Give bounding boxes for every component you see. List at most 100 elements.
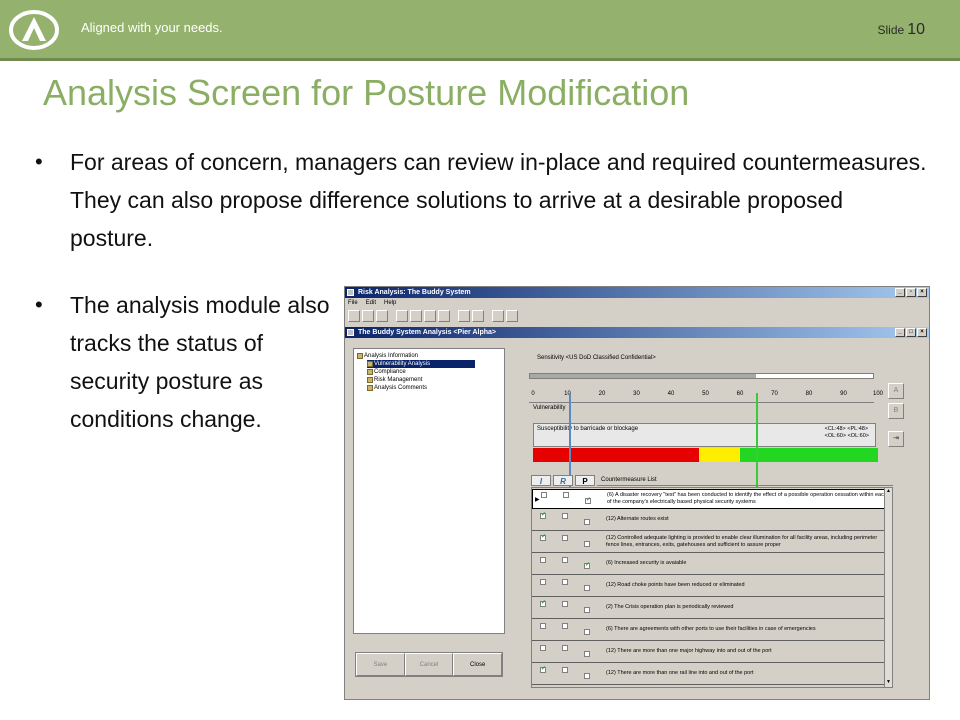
exit-icon[interactable] bbox=[506, 310, 518, 322]
countermeasure-row[interactable]: (12) There are more than one rail line i… bbox=[532, 665, 892, 685]
tree-item[interactable]: Risk Management bbox=[367, 376, 422, 384]
sensitivity-slider[interactable] bbox=[529, 373, 874, 379]
analysis-window: The Buddy System Analysis <Pier Alpha> _… bbox=[345, 327, 929, 699]
checkbox-r[interactable] bbox=[562, 579, 568, 585]
window-icon bbox=[347, 329, 354, 336]
checkbox-r[interactable] bbox=[562, 645, 568, 651]
toolbar-button[interactable] bbox=[362, 310, 374, 322]
countermeasure-text: (12) Controlled adequate lighting is pro… bbox=[606, 535, 878, 548]
folder-icon bbox=[367, 361, 373, 367]
report-icon[interactable] bbox=[458, 310, 470, 322]
bullet-1-text: For areas of concern, managers can revie… bbox=[70, 149, 927, 251]
countermeasure-row[interactable]: (6) There are agreements with other port… bbox=[532, 621, 892, 641]
scroll-up-icon[interactable]: ▲ bbox=[885, 488, 892, 496]
close-icon[interactable]: × bbox=[917, 288, 927, 297]
analysis-tree: Analysis Information Vulnerability Analys… bbox=[353, 348, 505, 634]
scale-tick-label: 100 bbox=[872, 391, 884, 397]
slide-title: Analysis Screen for Posture Modification bbox=[43, 72, 690, 113]
minimize-icon[interactable]: _ bbox=[895, 328, 905, 337]
analysis-titlebar[interactable]: The Buddy System Analysis <Pier Alpha> _… bbox=[345, 327, 929, 338]
checkbox-p[interactable] bbox=[584, 519, 590, 525]
open-icon[interactable] bbox=[438, 310, 450, 322]
window-icon bbox=[347, 289, 354, 296]
countermeasure-row[interactable]: (6) Increased security is avaiable bbox=[532, 555, 892, 575]
list-scrollbar[interactable]: ▲ ▼ bbox=[884, 488, 892, 687]
countermeasure-row[interactable]: (12) Road choke points have been reduced… bbox=[532, 577, 892, 597]
maximize-icon[interactable]: □ bbox=[906, 328, 916, 337]
checkbox-r[interactable] bbox=[562, 513, 568, 519]
app-titlebar[interactable]: Risk Analysis: The Buddy System _ ▫ × bbox=[345, 287, 929, 298]
checkbox-p[interactable] bbox=[584, 629, 590, 635]
cancel-button[interactable]: Cancel bbox=[404, 653, 454, 676]
logo-icon bbox=[9, 10, 59, 50]
checkbox-r[interactable] bbox=[562, 535, 568, 541]
close-icon[interactable]: × bbox=[917, 328, 927, 337]
restore-icon[interactable]: ▫ bbox=[906, 288, 916, 297]
menu-edit[interactable]: Edit bbox=[366, 299, 376, 308]
checkbox-i[interactable] bbox=[540, 599, 546, 607]
checkbox-p[interactable] bbox=[584, 673, 590, 679]
close-button[interactable]: Close bbox=[453, 653, 503, 676]
save-icon[interactable] bbox=[410, 310, 422, 322]
checkbox-r[interactable] bbox=[562, 601, 568, 607]
bullet-2: • The analysis module also tracks the st… bbox=[35, 286, 340, 438]
checkbox-r[interactable] bbox=[562, 623, 568, 629]
checkbox-i[interactable] bbox=[540, 579, 546, 585]
toolbar-button[interactable] bbox=[348, 310, 360, 322]
tree-item[interactable]: Compliance bbox=[367, 368, 406, 376]
checkbox-p[interactable] bbox=[584, 651, 590, 657]
checkbox-p[interactable] bbox=[584, 607, 590, 613]
scroll-down-icon[interactable]: ▼ bbox=[885, 679, 892, 687]
countermeasure-row[interactable]: (12) Controlled adequate lighting is pro… bbox=[532, 533, 892, 553]
column-i[interactable]: I bbox=[531, 475, 551, 486]
new-icon[interactable] bbox=[396, 310, 408, 322]
countermeasure-title: Countermeasure List bbox=[597, 475, 893, 486]
countermeasure-text: (12) Road choke points have been reduced… bbox=[606, 582, 745, 588]
side-button-a[interactable]: A bbox=[888, 383, 904, 399]
countermeasure-text: (2) The Crisis operation plan is periodi… bbox=[606, 604, 734, 610]
levels-line-2: <OL:60> <OL:60> bbox=[824, 433, 869, 439]
vulnerability-panel: Sensitivity <US DoD Classified Confident… bbox=[521, 349, 917, 693]
checkbox-i[interactable] bbox=[540, 623, 546, 629]
side-button-b[interactable]: B bbox=[888, 403, 904, 419]
column-r[interactable]: R bbox=[553, 475, 573, 486]
undo-icon[interactable] bbox=[424, 310, 436, 322]
header-bar: Aligned with your needs. Slide 10 bbox=[0, 0, 960, 58]
scale-tick-label: 20 bbox=[598, 391, 606, 397]
menu-file[interactable]: File bbox=[348, 299, 358, 308]
countermeasure-row[interactable]: ▶ (6) A disaster recovery "test" has been… bbox=[532, 489, 892, 509]
print-icon[interactable] bbox=[492, 310, 504, 322]
checkbox-i[interactable] bbox=[541, 492, 547, 498]
scale-tick-label: 50 bbox=[702, 391, 709, 397]
window-controls: _ □ × bbox=[895, 328, 927, 337]
checkbox-i[interactable] bbox=[540, 557, 546, 563]
checkbox-r[interactable] bbox=[562, 667, 568, 673]
checkbox-i[interactable] bbox=[540, 665, 546, 673]
view-icon[interactable] bbox=[472, 310, 484, 322]
countermeasure-row[interactable]: (12) Alternate routes exist bbox=[532, 511, 892, 531]
toolbar-button[interactable] bbox=[376, 310, 388, 322]
exit-icon[interactable]: ⇥ bbox=[888, 431, 904, 447]
tree-item[interactable]: Analysis Comments bbox=[367, 384, 427, 392]
countermeasure-row[interactable]: (2) The Crisis operation plan is periodi… bbox=[532, 599, 892, 619]
menu-help[interactable]: Help bbox=[384, 299, 396, 308]
slider-fill bbox=[530, 374, 757, 378]
checkbox-i[interactable] bbox=[540, 533, 546, 541]
checkbox-r[interactable] bbox=[563, 492, 569, 498]
header-rule bbox=[0, 58, 960, 61]
checkbox-i[interactable] bbox=[540, 511, 546, 519]
checkbox-p[interactable] bbox=[584, 585, 590, 591]
app-title: Risk Analysis: The Buddy System bbox=[358, 289, 471, 296]
column-p[interactable]: P bbox=[575, 475, 595, 486]
checkbox-p[interactable] bbox=[585, 496, 591, 504]
checkbox-r[interactable] bbox=[562, 557, 568, 563]
countermeasure-row[interactable]: (12) There are more than one major highw… bbox=[532, 643, 892, 663]
scale-tick-label: 60 bbox=[736, 391, 744, 397]
checkbox-i[interactable] bbox=[540, 645, 546, 651]
tree-item[interactable]: Analysis Information bbox=[357, 352, 418, 360]
minimize-icon[interactable]: _ bbox=[895, 288, 905, 297]
checkbox-p[interactable] bbox=[584, 541, 590, 547]
tree-item[interactable]: Vulnerability Analysis bbox=[367, 360, 476, 368]
checkbox-p[interactable] bbox=[584, 561, 590, 569]
save-button[interactable]: Save bbox=[356, 653, 405, 676]
